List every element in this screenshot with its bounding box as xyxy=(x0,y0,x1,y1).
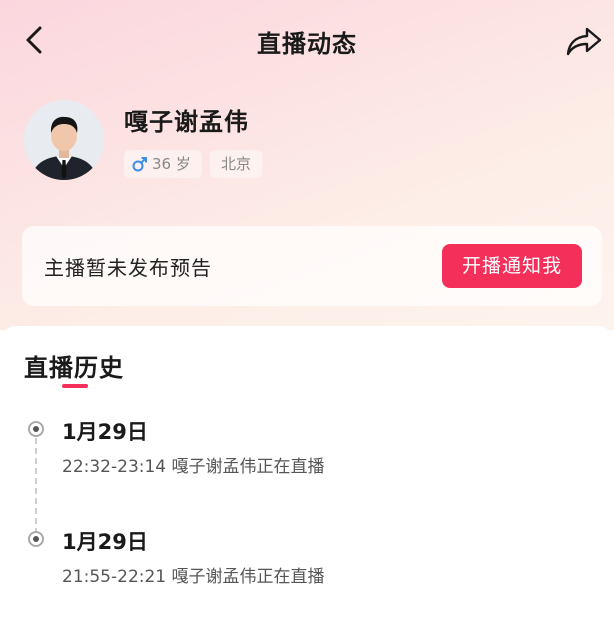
timeline-connector xyxy=(35,438,37,534)
section-title-underline xyxy=(62,384,88,388)
history-entry-desc[interactable]: 22:32-23:14 嘎子谢孟伟正在直播 xyxy=(62,452,325,477)
notice-card: 主播暂未发布预告 开播通知我 xyxy=(22,226,602,306)
top-bar: 直播动态 xyxy=(0,0,614,80)
username: 嘎子谢孟伟 xyxy=(124,108,249,136)
avatar[interactable] xyxy=(24,100,104,180)
page-title: 直播动态 xyxy=(257,30,357,58)
male-icon xyxy=(132,157,147,172)
share-icon[interactable] xyxy=(564,24,604,58)
avatar-image xyxy=(24,100,104,180)
timeline-dot-icon xyxy=(28,421,44,437)
history-entry-desc[interactable]: 21:55-22:21 嘎子谢孟伟正在直播 xyxy=(62,562,325,587)
age-tag: 36 岁 xyxy=(124,150,202,178)
notice-text: 主播暂未发布预告 xyxy=(44,256,212,280)
timeline-dot-icon xyxy=(28,531,44,547)
section-title: 直播历史 xyxy=(24,354,124,382)
notify-me-button[interactable]: 开播通知我 xyxy=(442,244,582,288)
history-entry-date: 1月29日 xyxy=(62,530,148,554)
history-entry-date: 1月29日 xyxy=(62,420,148,444)
age-label: 36 岁 xyxy=(152,155,191,173)
city-tag: 北京 xyxy=(210,150,262,178)
live-history-panel: 直播历史 1月29日 22:32-23:14 嘎子谢孟伟正在直播 1月29日 2… xyxy=(0,326,614,637)
